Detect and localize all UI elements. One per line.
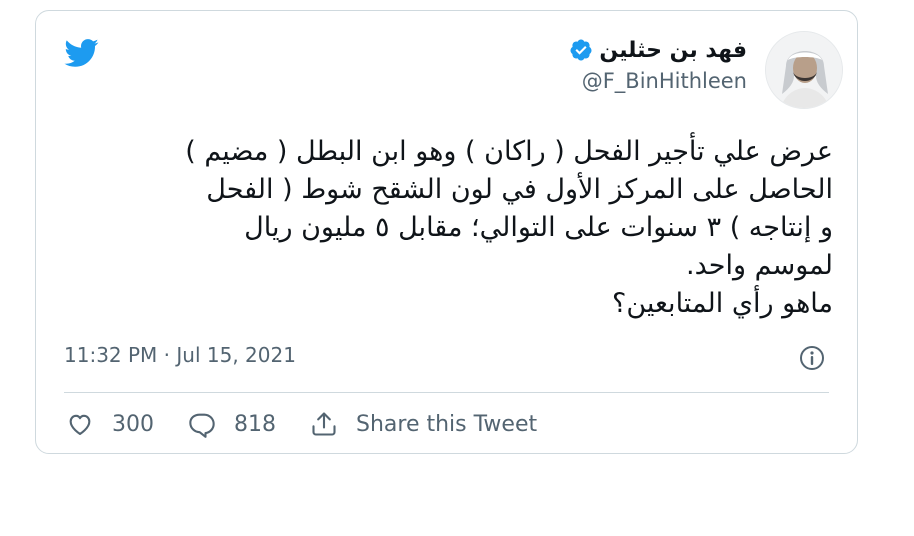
reply-icon	[189, 413, 215, 438]
verified-badge-icon	[570, 39, 592, 61]
share-icon	[312, 412, 336, 436]
tweet-card[interactable]: فهد بن حثلين @F_BinHithleen عرض علي تأجي…	[35, 10, 858, 454]
tweet-meta-row: 11:32 PM · Jul 15, 2021	[64, 343, 829, 373]
reply-button[interactable]: 818	[188, 410, 276, 438]
like-button[interactable]: 300	[66, 410, 154, 438]
author-display-name[interactable]: فهد بن حثلين	[599, 38, 747, 63]
tweet-actions: 300 818 Share this Tweet	[66, 407, 571, 441]
share-button[interactable]: Share this Tweet	[310, 410, 537, 438]
author-avatar[interactable]	[765, 31, 843, 109]
tweet-header: فهد بن حثلين @F_BinHithleen	[36, 11, 857, 121]
twitter-bird-icon[interactable]	[60, 35, 102, 71]
info-icon[interactable]	[799, 345, 825, 371]
reply-count: 818	[234, 411, 276, 437]
author-info[interactable]: فهد بن حثلين @F_BinHithleen	[569, 35, 747, 93]
share-label: Share this Tweet	[356, 411, 538, 437]
like-count: 300	[112, 411, 154, 437]
divider	[64, 392, 829, 393]
heart-icon	[69, 414, 91, 435]
author-handle[interactable]: @F_BinHithleen	[569, 69, 747, 93]
tweet-timestamp[interactable]: 11:32 PM · Jul 15, 2021	[64, 343, 296, 367]
tweet-text: عرض علي تأجير الفحل ( راكان ) وهو ابن ال…	[185, 136, 833, 319]
author-name-row: فهد بن حثلين	[569, 35, 747, 65]
